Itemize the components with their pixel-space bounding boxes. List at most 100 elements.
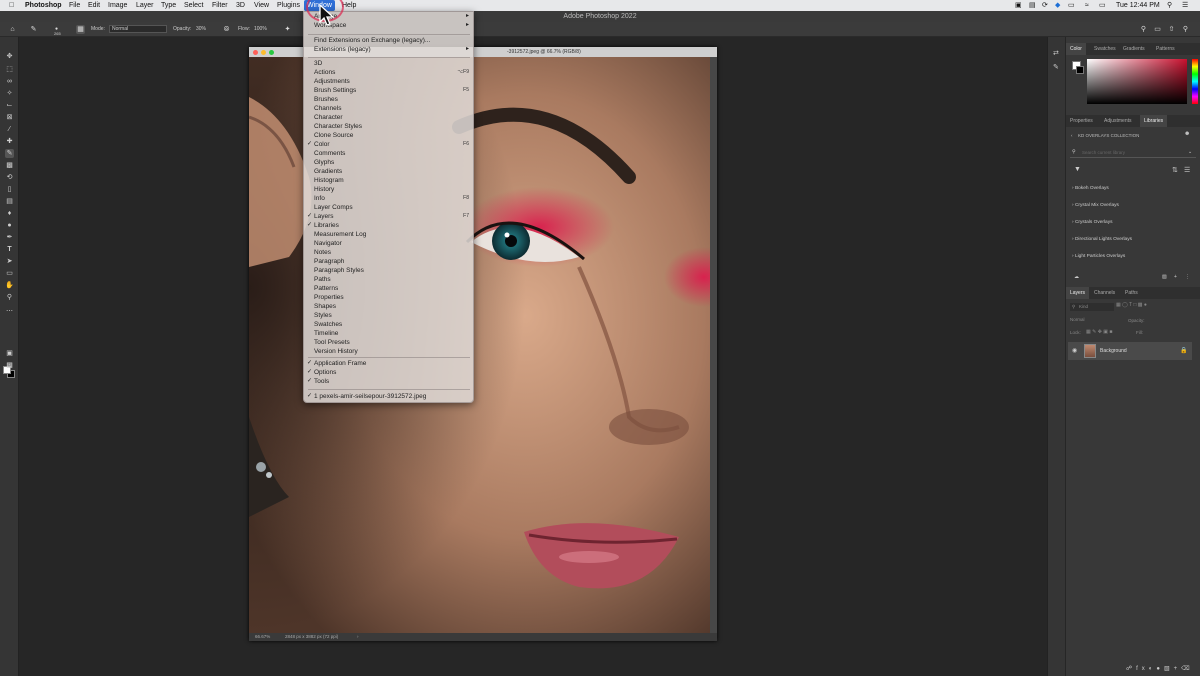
sync-icon[interactable]: ⟳ [1042, 0, 1048, 11]
menu-item-measurement-log[interactable]: Measurement Log [304, 230, 473, 239]
menu-item-channels[interactable]: Channels [304, 104, 473, 113]
menu-item-navigator[interactable]: Navigator [304, 239, 473, 248]
zoom-level[interactable]: 66.67% [255, 633, 270, 641]
flow-value[interactable]: 100% [254, 26, 267, 32]
search-icon[interactable]: ⚲ [1139, 25, 1148, 34]
menu-item-notes[interactable]: Notes [304, 248, 473, 257]
menu-item-version-history[interactable]: Version History [304, 347, 473, 356]
frame-tool-icon[interactable]: ⊠ [5, 113, 14, 122]
blend-mode-select[interactable]: Normal [1070, 316, 1118, 324]
menu-item-patterns[interactable]: Patterns [304, 284, 473, 293]
library-group-bokeh-overlays[interactable]: › Bokeh Overlays [1072, 184, 1196, 194]
document-info[interactable]: 2848 px x 3882 px (72 ppi) [285, 633, 338, 641]
menu-item-shapes[interactable]: Shapes [304, 302, 473, 311]
workspace-icon[interactable]: ▭ [1153, 25, 1162, 34]
minimize-window-icon[interactable] [261, 50, 266, 55]
crop-tool-icon[interactable]: ⌙ [5, 101, 14, 110]
menu-plugins[interactable]: Plugins [274, 0, 303, 11]
menu-3d[interactable]: 3D [233, 0, 248, 11]
stamp-tool-icon[interactable]: ▩ [5, 161, 14, 170]
app-menu[interactable]: Photoshop [22, 0, 65, 11]
history-brush-tool-icon[interactable]: ⟲ [5, 173, 14, 182]
quick-select-tool-icon[interactable]: ✧ [5, 89, 14, 98]
menu-item-open-document[interactable]: ✓ 1 pexels-amir-seilsepour-3912572.jpeg [304, 392, 473, 401]
menu-item-tool-presets[interactable]: Tool Presets [304, 338, 473, 347]
dodge-tool-icon[interactable]: ● [5, 221, 14, 230]
menu-item-timeline[interactable]: Timeline [304, 329, 473, 338]
tab-swatches[interactable]: Swatches [1090, 43, 1120, 55]
menu-select[interactable]: Select [181, 0, 206, 11]
type-tool-icon[interactable]: T [5, 245, 14, 254]
sort-icon[interactable]: ⇅ [1172, 166, 1178, 174]
tab-paths[interactable]: Paths [1121, 287, 1142, 299]
zoom-window-icon[interactable] [269, 50, 274, 55]
path-select-tool-icon[interactable]: ➤ [5, 257, 14, 266]
menu-layer[interactable]: Layer [133, 0, 157, 11]
menu-item-info[interactable]: Info F8 [304, 194, 473, 203]
brush-settings-icon[interactable]: ▦ [76, 25, 85, 34]
library-group-crystal-mix-overlays[interactable]: › Crystal Mix Overlays [1072, 201, 1196, 211]
menu-item-character[interactable]: Character [304, 113, 473, 122]
menu-filter[interactable]: Filter [209, 0, 231, 11]
menu-file[interactable]: File [66, 0, 83, 11]
menu-item-extensions[interactable]: Extensions (legacy) ▸ [304, 45, 473, 54]
user-icon[interactable]: ☻ [1184, 131, 1190, 137]
menu-item-history[interactable]: History [304, 185, 473, 194]
library-search[interactable]: ⚲ Search current library ⌄ [1070, 147, 1196, 158]
menu-item-options[interactable]: ✓ Options [304, 368, 473, 377]
library-group-directional-lights-overlays[interactable]: › Directional Lights Overlays [1072, 235, 1196, 245]
spotlight-icon[interactable]: ⚲ [1167, 0, 1172, 11]
control-center-icon[interactable]: ☰ [1182, 0, 1188, 11]
menu-image[interactable]: Image [105, 0, 130, 11]
tab-layers[interactable]: Layers [1066, 287, 1090, 299]
bg-color-chip[interactable] [1076, 66, 1084, 74]
lasso-tool-icon[interactable]: ∞ [5, 77, 14, 86]
marquee-tool-icon[interactable]: ⬚ [5, 65, 14, 74]
color-field[interactable] [1087, 59, 1187, 104]
menu-item-paragraph[interactable]: Paragraph [304, 257, 473, 266]
layer-filter-icons[interactable]: ▦ ◯ T □ ▩ ● [1116, 302, 1147, 308]
airbrush-icon[interactable]: ✦ [283, 25, 292, 34]
pen-tool-icon[interactable]: ✒ [5, 233, 14, 242]
lock-icons[interactable]: ▦ ✎ ✥ ▣ ■ [1086, 329, 1112, 335]
brush-tool-icon-active[interactable]: ✎ [5, 149, 14, 158]
menu-item-styles[interactable]: Styles [304, 311, 473, 320]
add-icon[interactable]: + [1174, 274, 1177, 280]
history-panel-icon[interactable]: ⇄ [1053, 49, 1059, 57]
menu-type[interactable]: Type [158, 0, 179, 11]
menu-item-gradients[interactable]: Gradients [304, 167, 473, 176]
brush-tool-icon[interactable]: ✎ [29, 25, 38, 34]
menu-item-character-styles[interactable]: Character Styles [304, 122, 473, 131]
menu-item-adjustments[interactable]: Adjustments [304, 77, 473, 86]
menu-item-application-frame[interactable]: ✓ Application Frame [304, 359, 473, 368]
menu-item-actions[interactable]: Actions ⌥F9 [304, 68, 473, 77]
move-tool-icon[interactable]: ✥ [5, 52, 14, 61]
status-arrow-icon[interactable]: › [357, 633, 359, 641]
menu-item-paragraph-styles[interactable]: Paragraph Styles [304, 266, 473, 275]
menu-item-3d[interactable]: 3D [304, 59, 473, 68]
hue-slider[interactable] [1192, 59, 1198, 104]
menu-item-layer-comps[interactable]: Layer Comps [304, 203, 473, 212]
menu-item-brush-settings[interactable]: Brush Settings F5 [304, 86, 473, 95]
close-window-icon[interactable] [253, 50, 258, 55]
menu-item-paths[interactable]: Paths [304, 275, 473, 284]
clock[interactable]: Tue 12:44 PM [1116, 0, 1160, 11]
cloud-icon[interactable]: ☁ [1074, 274, 1079, 280]
back-icon[interactable]: ‹ [1071, 133, 1073, 138]
menu-item-clone-source[interactable]: Clone Source [304, 131, 473, 140]
visibility-eye-icon[interactable]: ◉ [1072, 347, 1077, 354]
home-icon[interactable]: ⌂ [8, 25, 17, 34]
battery-icon[interactable]: ▭ [1068, 0, 1075, 11]
menu-item-libraries[interactable]: ✓ Libraries [304, 221, 473, 230]
mode-select[interactable]: Normal [109, 25, 167, 33]
tab-patterns[interactable]: Patterns [1152, 43, 1179, 55]
share-icon[interactable]: ⇧ [1167, 25, 1176, 34]
menu-item-layers[interactable]: ✓ Layers F7 [304, 212, 473, 221]
menu-item-glyphs[interactable]: Glyphs [304, 158, 473, 167]
menu-item-comments[interactable]: Comments [304, 149, 473, 158]
more-tools-icon[interactable]: ⋯ [5, 307, 14, 316]
gradient-tool-icon[interactable]: ▤ [5, 197, 14, 206]
more-icon[interactable]: ⋮ [1185, 274, 1190, 280]
search-panel-icon[interactable]: ⚲ [1181, 25, 1190, 34]
healing-tool-icon[interactable]: ✚ [5, 137, 14, 146]
